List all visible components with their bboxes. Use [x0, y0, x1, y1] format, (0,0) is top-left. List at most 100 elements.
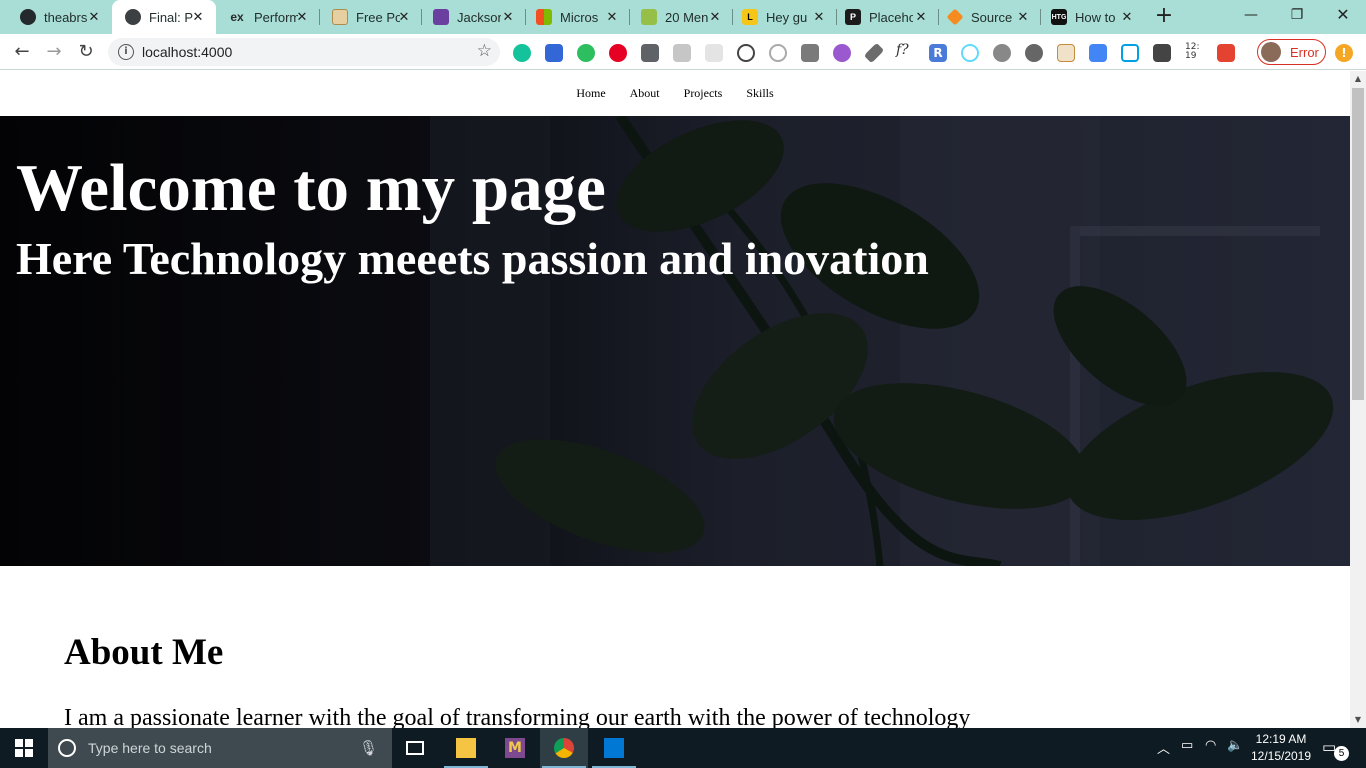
date-extension-icon[interactable]: 12: 19 [1185, 43, 1205, 61]
taskbar-chrome[interactable] [540, 728, 588, 768]
tab-title: theabrs [44, 9, 88, 25]
close-tab-icon[interactable]: ✕ [1119, 9, 1135, 25]
calendar-icon[interactable] [545, 44, 563, 62]
scroll-up-icon[interactable]: ▲ [1350, 71, 1366, 87]
profile-button[interactable]: Error [1257, 39, 1326, 65]
bars-extension-icon[interactable] [801, 44, 819, 62]
minimize-icon[interactable]: — [1228, 0, 1274, 34]
close-tab-icon[interactable]: ✕ [1015, 9, 1031, 25]
evernote-icon[interactable] [577, 44, 595, 62]
r-extension-icon[interactable]: R [929, 44, 947, 62]
sort-extension-icon[interactable] [1153, 44, 1171, 62]
nav-link-about[interactable]: About [630, 86, 660, 101]
taskbar-search[interactable]: Type here to search 🎙 [48, 728, 392, 768]
clock-date: 12/15/2019 [1250, 749, 1312, 763]
system-clock[interactable]: 12:19 AM 12/15/2019 [1240, 731, 1322, 765]
tab-3[interactable]: Free Po ✕ [320, 0, 422, 34]
nav-link-projects[interactable]: Projects [684, 86, 723, 101]
close-tab-icon[interactable]: ✕ [294, 9, 310, 25]
diamond-icon [946, 8, 964, 26]
taskbar-file-explorer[interactable] [442, 728, 490, 768]
whatfont-icon[interactable]: f? [896, 42, 918, 60]
close-window-icon[interactable]: ✕ [1320, 0, 1366, 34]
back-icon[interactable]: ← [10, 40, 34, 64]
tab-6[interactable]: 20 Men ✕ [630, 0, 733, 34]
paint-extension-icon[interactable] [833, 44, 851, 62]
forward-icon[interactable]: → [42, 40, 66, 64]
page-viewport: Home About Projects Skills Welcome to my… [0, 71, 1350, 728]
action-center-icon[interactable]: ▭ 5 [1322, 738, 1349, 761]
restore-icon[interactable]: ❐ [1274, 0, 1320, 34]
tab-strip: theabrs ✕ Final: P ✕ ex Perform ✕ Free P… [0, 0, 1366, 34]
windows-logo-icon [15, 739, 33, 757]
scroll-thumb[interactable] [1352, 88, 1364, 400]
battery-icon[interactable]: ▭ [1181, 738, 1193, 753]
tab-title: Hey gu [766, 9, 808, 25]
close-tab-icon[interactable]: ✕ [190, 9, 206, 25]
site-info-icon[interactable]: i [118, 44, 134, 60]
new-tab-button[interactable]: + [1152, 5, 1176, 29]
window-extension-icon[interactable] [1057, 44, 1075, 62]
todoist-icon[interactable] [1217, 44, 1235, 62]
tab-4[interactable]: Jackson ✕ [422, 0, 526, 34]
grid-extension-icon[interactable] [705, 44, 723, 62]
close-tab-icon[interactable]: ✕ [500, 9, 516, 25]
box-extension-icon[interactable] [673, 44, 691, 62]
tab-9[interactable]: Source ✕ [939, 0, 1041, 34]
bookmark-star-icon[interactable]: ☆ [477, 41, 492, 61]
code-extension-icon[interactable] [737, 44, 755, 62]
start-button[interactable] [0, 728, 48, 768]
tab-10[interactable]: HTG How to ✕ [1041, 0, 1145, 34]
taskbar-app-m[interactable]: M [491, 728, 539, 768]
close-tab-icon[interactable]: ✕ [707, 9, 723, 25]
notification-count: 5 [1334, 746, 1349, 761]
translate-icon[interactable] [1089, 44, 1107, 62]
chrome-icon [554, 738, 574, 758]
react-devtools-icon[interactable] [961, 44, 979, 62]
tab-0[interactable]: theabrs ✕ [0, 0, 112, 34]
microsoft-icon [536, 9, 552, 25]
reload-icon[interactable]: ↻ [74, 40, 98, 64]
pinterest-icon[interactable] [609, 44, 627, 62]
tab-5[interactable]: Micros ✕ [526, 0, 630, 34]
show-hidden-icons[interactable]: ︿ [1157, 738, 1170, 757]
scroll-down-icon[interactable]: ▼ [1350, 712, 1366, 728]
screenshot-extension-icon[interactable] [1121, 44, 1139, 62]
menu-alert-icon[interactable]: ! [1335, 44, 1353, 62]
folder-icon [456, 738, 476, 758]
close-tab-icon[interactable]: ✕ [913, 9, 929, 25]
github-icon [20, 9, 36, 25]
taskbar-vscode[interactable] [590, 728, 638, 768]
wifi-icon[interactable]: ◠ [1205, 738, 1216, 753]
tab-8[interactable]: P Placeho ✕ [837, 0, 939, 34]
close-tab-icon[interactable]: ✕ [811, 9, 827, 25]
gear-extension-icon[interactable] [993, 44, 1011, 62]
task-view-button[interactable] [392, 728, 440, 768]
close-tab-icon[interactable]: ✕ [604, 9, 620, 25]
htg-icon: HTG [1051, 9, 1067, 25]
windows-taskbar: Type here to search 🎙 M ︿ ▭ ◠ 🔈 12:19 AM… [0, 728, 1366, 768]
page-scrollbar[interactable]: ▲ ▼ [1350, 71, 1366, 728]
tab-title: Placeho [869, 9, 913, 25]
tab-7[interactable]: L Hey gu ✕ [733, 0, 837, 34]
clock-time: 12:19 AM [1255, 732, 1307, 746]
grammarly-icon[interactable] [513, 44, 531, 62]
eyedropper-icon[interactable] [863, 42, 885, 64]
nav-link-skills[interactable]: Skills [746, 86, 773, 101]
nav-link-home[interactable]: Home [576, 86, 605, 101]
ex-icon: ex [230, 10, 244, 24]
address-bar[interactable]: i localhost:4000 ☆ [108, 38, 500, 66]
close-tab-icon[interactable]: ✕ [396, 9, 412, 25]
microphone-icon[interactable]: 🎙 [359, 739, 378, 757]
vscode-icon [604, 738, 624, 758]
tab-title: How to [1075, 9, 1116, 25]
s-extension-icon[interactable] [641, 44, 659, 62]
settings-extension-icon[interactable] [1025, 44, 1043, 62]
tab-1[interactable]: Final: P ✕ [112, 0, 216, 34]
tab-2[interactable]: ex Perform ✕ [216, 0, 320, 34]
close-tab-icon[interactable]: ✕ [86, 9, 102, 25]
timer-extension-icon[interactable] [769, 44, 787, 62]
cortana-icon [58, 739, 76, 757]
tab-title: Free Po [356, 9, 400, 25]
about-text: I am a passionate learner with the goal … [64, 705, 971, 728]
